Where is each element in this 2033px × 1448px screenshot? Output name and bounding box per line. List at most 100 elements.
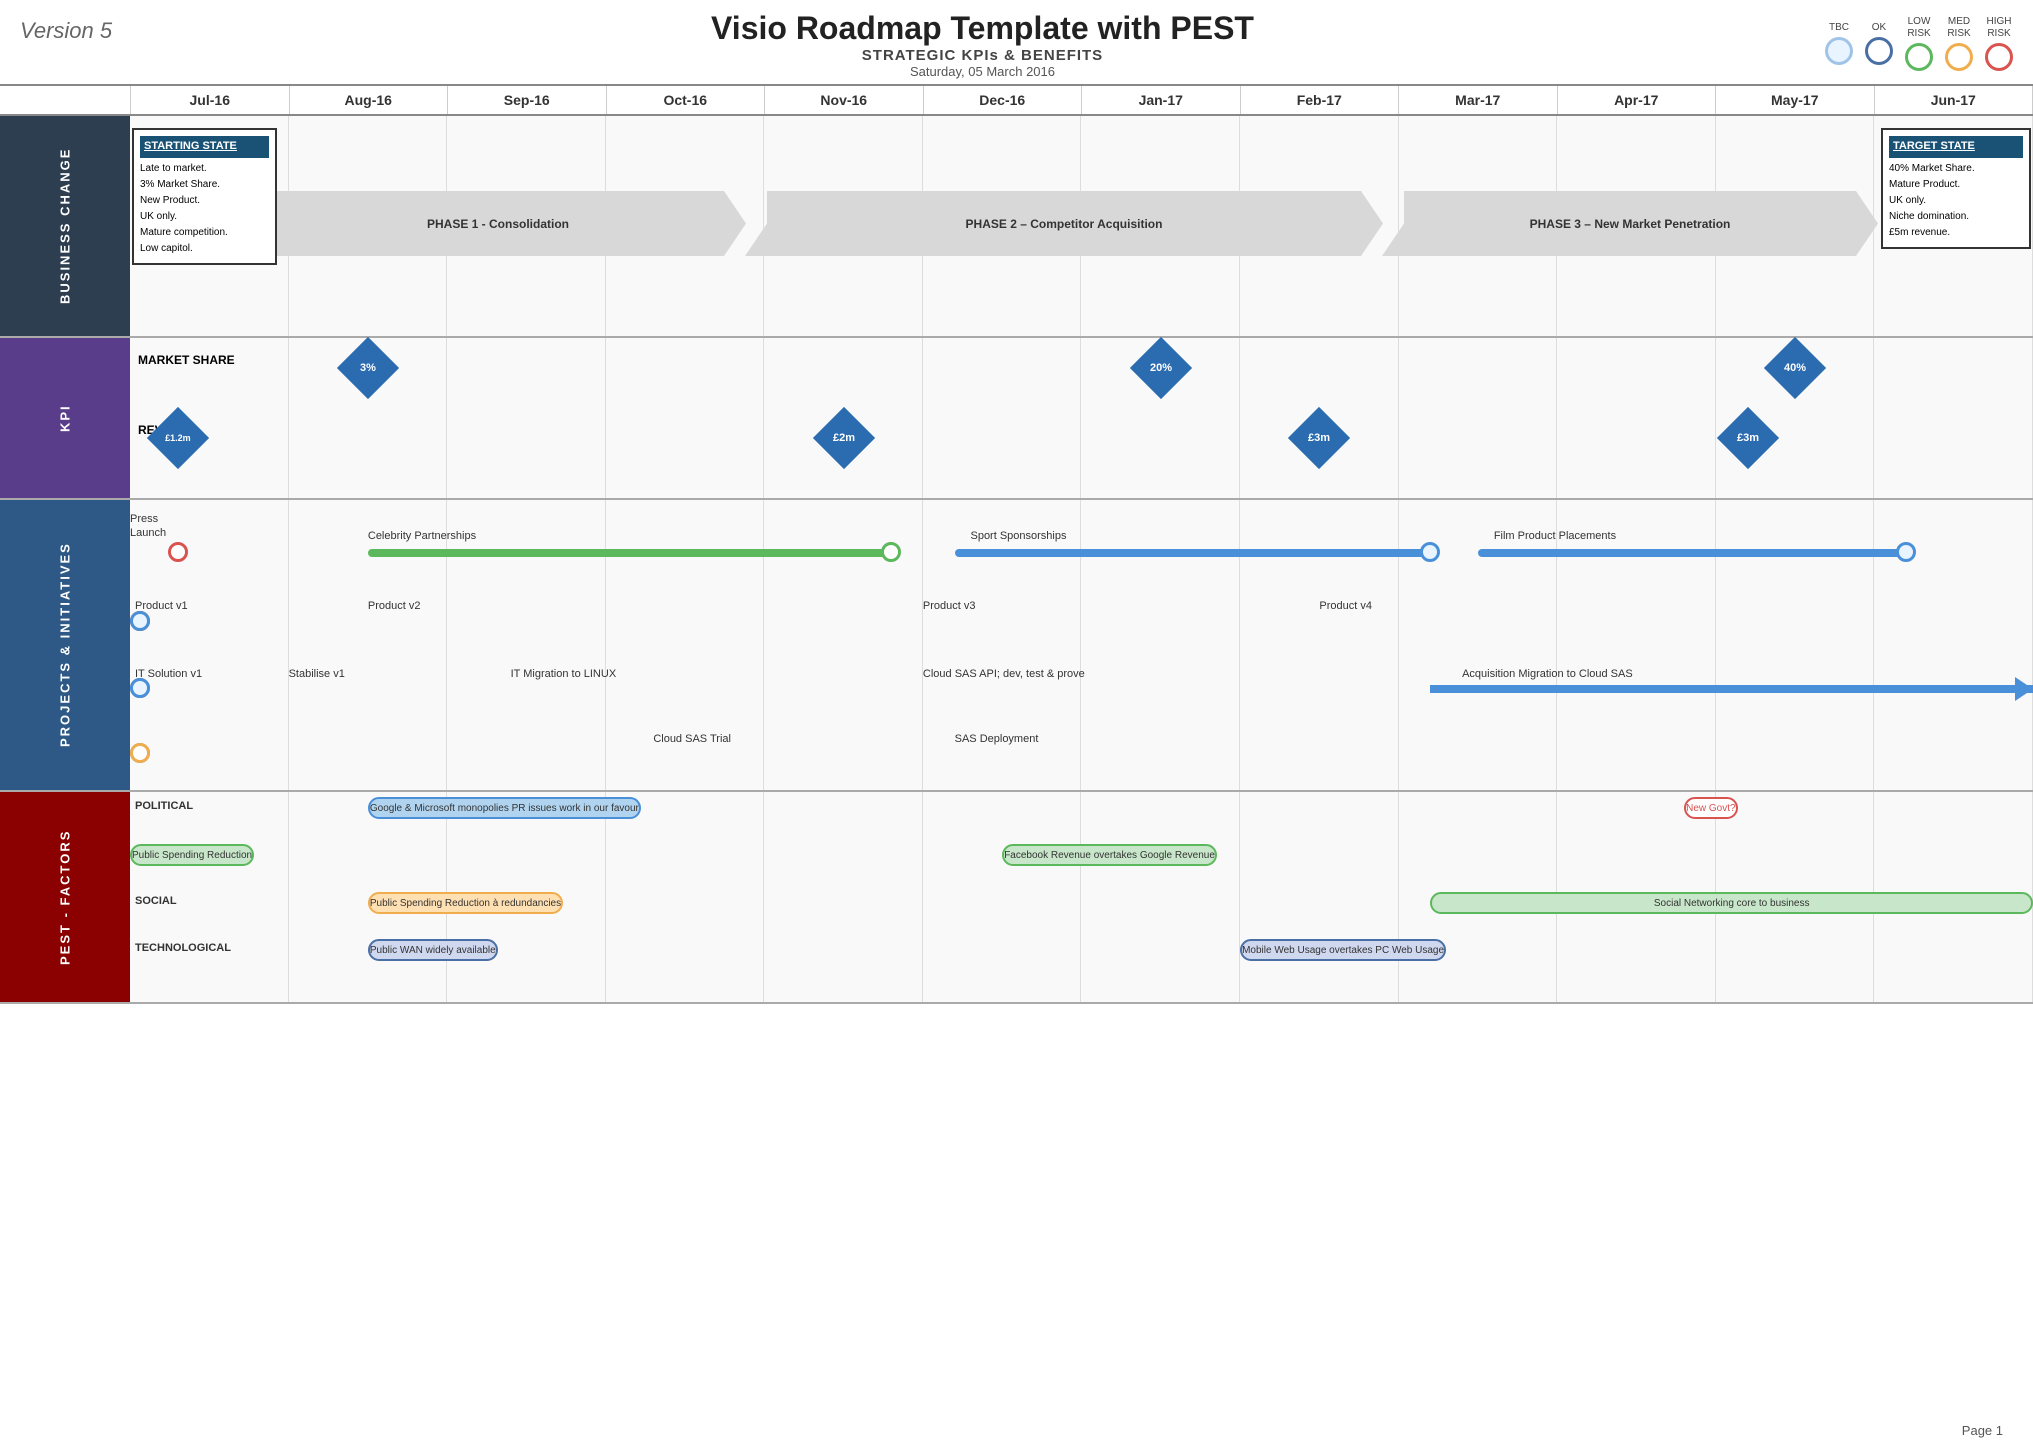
political-bar-2: New Govt? <box>1684 797 1737 819</box>
ms-diamond-1: 3% <box>346 346 390 390</box>
itsol-label: IT Solution v1 <box>135 668 202 680</box>
bc-section-label: BUSINESS CHANGE <box>0 116 130 336</box>
month-jul16: Jul-16 <box>130 86 290 114</box>
rev-diamond-4: £3m <box>1726 416 1770 460</box>
ms-diamond-3: 40% <box>1773 346 1817 390</box>
month-nov16: Nov-16 <box>765 86 924 114</box>
month-may17: May-17 <box>1716 86 1875 114</box>
acqmig-arrow-head <box>2015 677 2033 701</box>
legend-low-risk: LOWRISK <box>1905 16 1933 71</box>
phases-container: PHASE 1 - Consolidation PHASE 2 – Compet… <box>275 186 1878 261</box>
prodv1-label: Product v1 <box>135 600 188 612</box>
sport-label: Sport Sponsorships <box>970 530 1066 542</box>
tech-bar-1: Public WAN widely available <box>368 939 498 961</box>
tech-bar-2: Mobile Web Usage overtakes PC Web Usage <box>1240 939 1446 961</box>
film-end-circle <box>1896 542 1916 562</box>
legend-med-risk: MEDRISK <box>1945 16 1973 71</box>
csasapi-label: Cloud SAS API; dev, test & prove <box>923 668 1085 680</box>
pest-section: PEST - FACTORS POLITICAL Google & Micros… <box>0 792 2033 1004</box>
stab-label: Stabilise v1 <box>289 668 345 680</box>
acqmig-label: Acquisition Migration to Cloud SAS <box>1462 668 1633 680</box>
projects-section-label: PROJECTS & INITIATIVES <box>0 500 130 790</box>
month-jan17: Jan-17 <box>1082 86 1241 114</box>
economical-bar-1: Public Spending Reduction <box>130 844 254 866</box>
rev-diamond-1: £1.2m <box>156 416 200 460</box>
month-dec16: Dec-16 <box>924 86 1083 114</box>
sport-bar <box>955 549 1431 557</box>
prodv2-label: Product v2 <box>368 600 421 612</box>
legend-ok: OK <box>1865 22 1893 65</box>
phase1-arrow: PHASE 1 - Consolidation <box>275 191 746 256</box>
date-label: Saturday, 05 March 2016 <box>140 64 1825 79</box>
legend-high-risk: HIGHRISK <box>1985 16 2013 71</box>
kpi-content: MARKET SHARE 3% 20% 40% <box>130 338 2033 498</box>
target-state-title: TARGET STATE <box>1889 136 2023 158</box>
starting-state-box: STARTING STATE Late to market.3% Market … <box>132 128 277 265</box>
month-feb17: Feb-17 <box>1241 86 1400 114</box>
sasdep-circle <box>130 743 150 763</box>
month-oct16: Oct-16 <box>607 86 766 114</box>
political-label: POLITICAL <box>135 800 193 812</box>
header: Version 5 Visio Roadmap Template with PE… <box>0 0 2033 84</box>
month-aug16: Aug-16 <box>290 86 449 114</box>
celebrity-end-circle <box>881 542 901 562</box>
tbc-circle <box>1825 37 1853 65</box>
rev-diamond-2: £2m <box>822 416 866 460</box>
page-footer: Page 1 <box>1962 1423 2003 1438</box>
film-bar <box>1478 549 1906 557</box>
ok-circle <box>1865 37 1893 65</box>
social-label: SOCIAL <box>135 895 177 907</box>
med-risk-circle <box>1945 43 1973 71</box>
target-state-text: 40% Market Share.Mature Product.UK only.… <box>1889 161 2023 241</box>
projects-section: PROJECTS & INITIATIVES PressLaunch Celeb… <box>0 500 2033 792</box>
pest-content: POLITICAL Google & Microsoft monopolies … <box>130 792 2033 1002</box>
months-cells: Jul-16 Aug-16 Sep-16 Oct-16 Nov-16 Dec-1… <box>130 86 2033 114</box>
technological-label: TECHNOLOGICAL <box>135 942 231 954</box>
page-number: Page 1 <box>1962 1423 2003 1438</box>
celebrity-label: Celebrity Partnerships <box>368 530 476 542</box>
kpi-section-label: KPI <box>0 338 130 498</box>
celebrity-bar <box>368 549 891 557</box>
political-bar-1: Google & Microsoft monopolies PR issues … <box>368 797 641 819</box>
bc-content: STARTING STATE Late to market.3% Market … <box>130 116 2033 336</box>
phase2-arrow: PHASE 2 – Competitor Acquisition <box>745 191 1383 256</box>
itmig-label: IT Migration to LINUX <box>511 668 617 680</box>
prodv4-label: Product v4 <box>1319 600 1372 612</box>
title-block: Visio Roadmap Template with PEST STRATEG… <box>140 10 1825 79</box>
low-risk-circle <box>1905 43 1933 71</box>
subtitle: STRATEGIC KPIs & BENEFITS <box>140 47 1825 64</box>
months-row: Jul-16 Aug-16 Sep-16 Oct-16 Nov-16 Dec-1… <box>0 84 2033 116</box>
pest-rel: POLITICAL Google & Microsoft monopolies … <box>130 792 2033 1002</box>
month-apr17: Apr-17 <box>1558 86 1717 114</box>
pest-section-label: PEST - FACTORS <box>0 792 130 1002</box>
starting-state-title: STARTING STATE <box>140 136 269 158</box>
sasdep-label: SAS Deployment <box>955 733 1039 745</box>
rev-diamond-3: £3m <box>1297 416 1341 460</box>
film-label: Film Product Placements <box>1494 530 1616 542</box>
kpi-section: KPI MARKET SHARE 3% 20% <box>0 338 2033 500</box>
acqmig-bar <box>1430 685 2033 693</box>
starting-state-text: Late to market.3% Market Share.New Produ… <box>140 161 269 257</box>
legend-tbc: TBC <box>1825 22 1853 65</box>
page-wrapper: Version 5 Visio Roadmap Template with PE… <box>0 0 2033 1004</box>
month-mar17: Mar-17 <box>1399 86 1558 114</box>
projects-rel: PressLaunch Celebrity Partnerships Sport… <box>130 500 2033 790</box>
phase3-arrow: PHASE 3 – New Market Penetration <box>1382 191 1878 256</box>
legend-block: TBC OK LOWRISK MEDRISK HIGHRISK <box>1825 16 2013 71</box>
social-bar-2: Social Networking core to business <box>1430 892 2033 914</box>
business-change-section: BUSINESS CHANGE STARTING STATE Late to m… <box>0 116 2033 338</box>
main-title: Visio Roadmap Template with PEST <box>140 10 1825 47</box>
press-launch-circle <box>168 542 188 562</box>
prodv3-label: Product v3 <box>923 600 976 612</box>
csasapi-circle <box>130 678 150 698</box>
months-spacer <box>0 86 130 114</box>
month-sep16: Sep-16 <box>448 86 607 114</box>
month-jun17: Jun-17 <box>1875 86 2033 114</box>
ms-diamond-2: 20% <box>1139 346 1183 390</box>
projects-content: PressLaunch Celebrity Partnerships Sport… <box>130 500 2033 790</box>
social-bar-1: Public Spending Reduction à redundancies <box>368 892 563 914</box>
csastrial-label: Cloud SAS Trial <box>653 733 731 745</box>
prodv4-circle <box>130 611 150 631</box>
sport-end-circle <box>1420 542 1440 562</box>
high-risk-circle <box>1985 43 2013 71</box>
